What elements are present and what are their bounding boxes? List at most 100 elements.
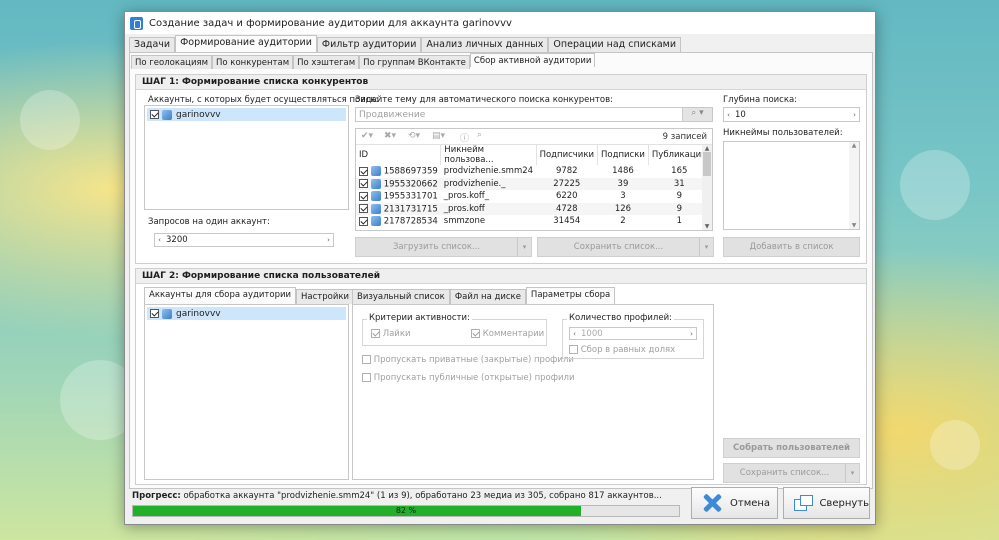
scroll-down-icon[interactable]: ▼ xyxy=(702,223,712,230)
scroll-down-icon[interactable]: ▼ xyxy=(849,222,859,229)
skip-private-option[interactable]: Пропускать приватные (закрытые) профили xyxy=(362,355,574,365)
cancel-button[interactable]: Отмена xyxy=(691,487,778,519)
scroll-up-icon[interactable]: ▲ xyxy=(849,142,859,149)
save-list-label: Сохранить список... xyxy=(573,242,664,252)
tab-competitors[interactable]: По конкурентам xyxy=(212,55,294,69)
tab-personal-data[interactable]: Анализ личных данных xyxy=(421,37,549,52)
minimize-button[interactable]: Свернуть xyxy=(783,487,870,519)
cell-followers: 9782 xyxy=(555,166,578,177)
search-accounts-label: Аккаунты, с которых будет осуществляться… xyxy=(148,95,379,105)
table-row[interactable]: 2131731715 _pros.koff 4728 126 9 xyxy=(356,202,711,215)
table-row[interactable]: 1955320662 prodvizhenie._ 27225 39 31 xyxy=(356,177,711,190)
skip-private-checkbox[interactable] xyxy=(362,355,371,364)
profiles-stepper[interactable]: ‹ 1000 › xyxy=(569,327,697,340)
chevron-down-icon[interactable]: ▾ xyxy=(517,238,531,256)
equal-shares-option[interactable]: Сбор в равных долях xyxy=(569,345,675,355)
export-icon[interactable]: ▤▾ xyxy=(432,131,445,141)
equal-shares-checkbox[interactable] xyxy=(569,345,578,354)
cell-id: 1955320662 xyxy=(383,179,438,189)
collect-users-button[interactable]: Собрать пользователей xyxy=(723,438,860,458)
tab-hashtags[interactable]: По хэштегам xyxy=(293,55,360,69)
tab-file-on-disk[interactable]: Файл на диске xyxy=(449,289,526,304)
row-checkbox[interactable] xyxy=(359,204,368,213)
search-button[interactable]: ⌕ ▾ xyxy=(682,108,712,121)
progress-text-line: Прогресс: обработка аккаунта "prodvizhen… xyxy=(132,491,662,501)
col-followers[interactable]: Подписчики xyxy=(536,145,599,165)
col-posts[interactable]: Публикации xyxy=(648,145,711,165)
cell-id: 1588697359 xyxy=(383,166,438,177)
decrement-icon[interactable]: ‹ xyxy=(724,108,733,121)
list-item[interactable]: garinovvv xyxy=(147,307,346,320)
increment-icon[interactable]: › xyxy=(324,234,333,246)
col-nick[interactable]: Никнейм пользова... xyxy=(440,145,537,165)
table-row[interactable]: 1588697359 prodvizhenie.smm24 9782 1486 … xyxy=(356,165,710,178)
decrement-icon[interactable]: ‹ xyxy=(570,328,579,339)
scroll-thumb[interactable] xyxy=(703,152,711,176)
tab-filter[interactable]: Фильтр аудитории xyxy=(316,37,422,52)
user-icon xyxy=(162,308,172,319)
account-name: garinovvv xyxy=(176,109,221,120)
collect-accounts-list: garinovvv xyxy=(144,304,349,480)
table-row[interactable]: 1955331701 _pros.koff_ 6220 3 9 xyxy=(356,190,710,203)
account-checkbox[interactable] xyxy=(150,110,159,119)
cell-following: 3 xyxy=(620,191,626,202)
cell-nick: _pros.koff xyxy=(440,202,537,215)
tab-active-audience[interactable]: Сбор активной аудитории xyxy=(469,53,596,67)
tab-collect-params[interactable]: Параметры сбора xyxy=(525,287,616,304)
col-id[interactable]: ID xyxy=(356,145,442,165)
tab-geolocation[interactable]: По геолокациям xyxy=(131,55,213,69)
user-icon xyxy=(162,109,172,120)
account-checkbox[interactable] xyxy=(150,309,159,318)
add-to-list-button[interactable]: Добавить в список xyxy=(723,237,860,257)
background-bokeh xyxy=(20,90,80,150)
cell-id: 2178728534 xyxy=(383,216,438,227)
delete-icon[interactable]: ✖▾ xyxy=(384,131,396,141)
tab-vk-groups[interactable]: По группам ВКонтакте xyxy=(359,55,470,69)
refresh-icon[interactable]: ⟲▾ xyxy=(408,131,420,141)
row-checkbox[interactable] xyxy=(359,216,368,226)
requests-stepper[interactable]: ‹ 3200 › xyxy=(154,233,334,247)
decrement-icon[interactable]: ‹ xyxy=(155,234,164,246)
save-list-button[interactable]: Сохранить список... ▾ xyxy=(537,237,714,257)
increment-icon[interactable]: › xyxy=(850,108,859,121)
list-item[interactable]: garinovvv xyxy=(147,108,346,121)
chevron-down-icon[interactable]: ▾ xyxy=(699,238,713,256)
equal-shares-label: Сбор в равных долях xyxy=(580,345,676,355)
tab-list-operations[interactable]: Операции над списками xyxy=(548,37,681,52)
likes-checkbox[interactable] xyxy=(371,329,380,338)
row-checkbox[interactable] xyxy=(359,166,368,176)
skip-private-label: Пропускать приватные (закрытые) профили xyxy=(373,355,574,365)
load-list-button[interactable]: Загрузить список... ▾ xyxy=(355,237,532,257)
likes-label: Лайки xyxy=(382,329,411,339)
step2-save-list-button[interactable]: Сохранить список... ▾ xyxy=(723,463,860,483)
topic-label: Задайте тему для автоматического поиска … xyxy=(355,95,613,105)
topic-input[interactable]: Продвижение ⌕ ▾ xyxy=(355,107,713,122)
tab-settings[interactable]: Настройки xyxy=(296,289,355,304)
nicknames-textarea[interactable]: ▲ ▼ xyxy=(723,141,860,230)
check-all-icon[interactable]: ✔▾ xyxy=(361,131,373,141)
depth-stepper[interactable]: ‹ 10 › xyxy=(723,107,860,122)
cell-posts: 9 xyxy=(648,202,711,215)
cell-id: 2131731715 xyxy=(383,204,438,214)
info-icon[interactable]: ⓘ xyxy=(460,131,469,144)
save-list-label: Сохранить список... xyxy=(739,468,830,478)
grid-search-icon[interactable]: ⌕ xyxy=(477,130,482,140)
tab-audience[interactable]: Формирование аудитории xyxy=(175,35,317,52)
table-row[interactable]: 2178728534 smmzone 31454 2 1 xyxy=(356,215,710,228)
tab-visual-list[interactable]: Визуальный список xyxy=(352,289,450,304)
row-checkbox[interactable] xyxy=(359,191,368,201)
row-checkbox[interactable] xyxy=(359,179,368,188)
comments-checkbox[interactable] xyxy=(471,329,480,338)
increment-icon[interactable]: › xyxy=(687,328,696,339)
likes-option[interactable]: Лайки xyxy=(371,329,411,339)
skip-public-option[interactable]: Пропускать публичные (открытые) профили xyxy=(362,373,575,383)
comments-option[interactable]: Комментарии xyxy=(471,329,544,339)
chevron-down-icon[interactable]: ▾ xyxy=(845,464,859,482)
col-following[interactable]: Подписки xyxy=(597,145,649,165)
scroll-up-icon[interactable]: ▲ xyxy=(702,145,712,152)
grid-scrollbar[interactable]: ▲ ▼ xyxy=(702,145,712,230)
tab-tasks[interactable]: Задачи xyxy=(129,37,176,52)
textarea-scrollbar[interactable]: ▲ ▼ xyxy=(849,142,859,229)
skip-public-checkbox[interactable] xyxy=(362,373,371,382)
tab-collect-accounts[interactable]: Аккаунты для сбора аудитории xyxy=(144,287,297,304)
